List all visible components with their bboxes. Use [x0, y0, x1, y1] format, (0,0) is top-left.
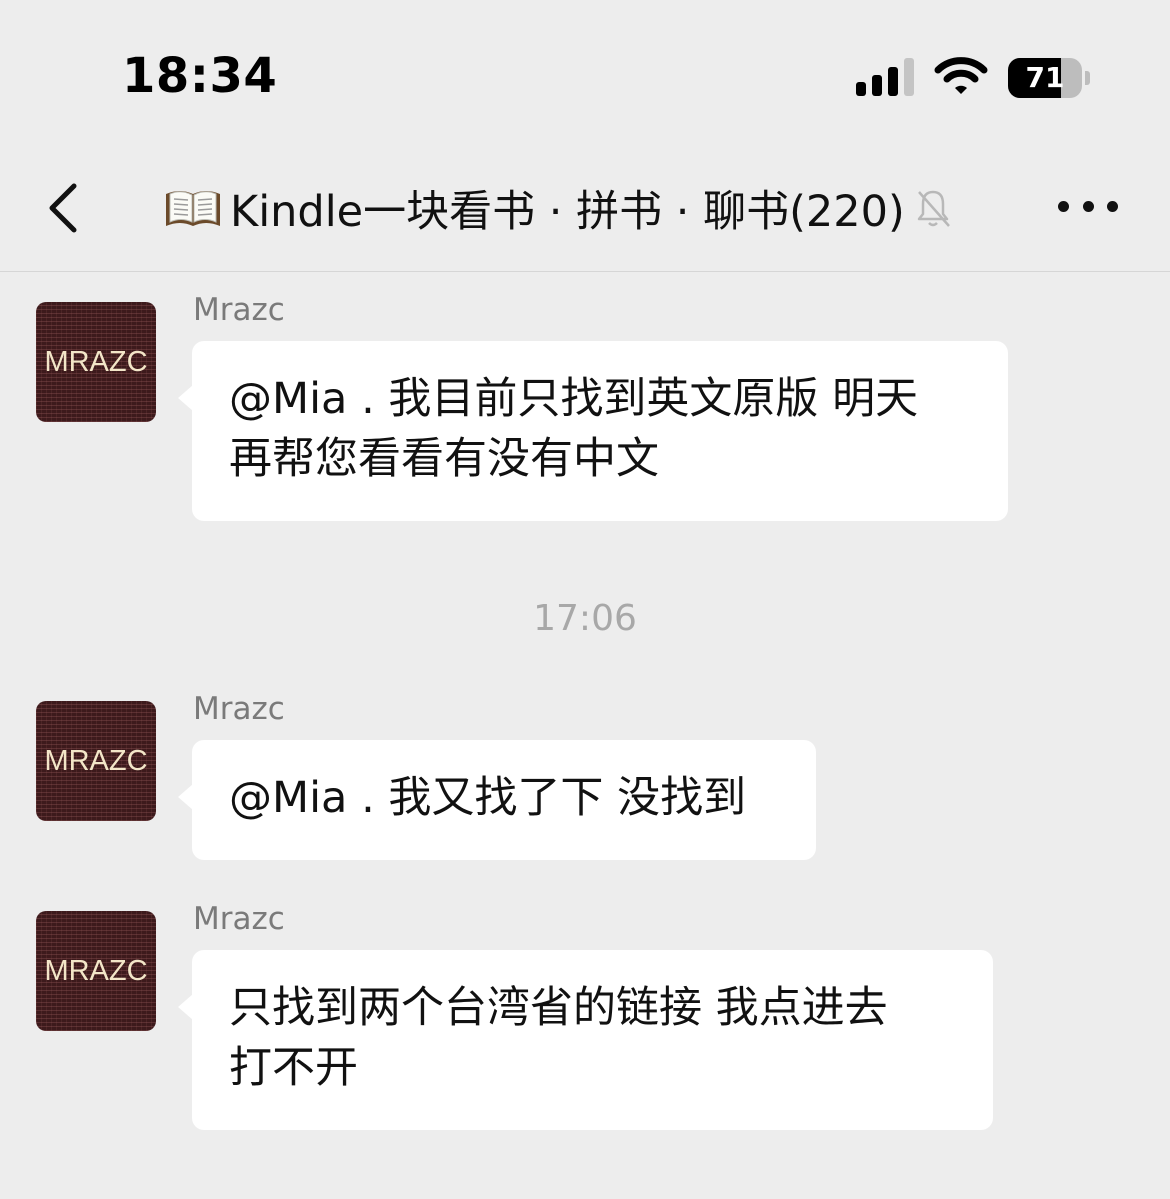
avatar[interactable]: MRAZC — [36, 701, 156, 821]
avatar[interactable]: MRAZC — [36, 911, 156, 1031]
message-line: 再帮您看看有没有中文 — [229, 434, 659, 484]
cellular-signal-icon — [856, 58, 916, 96]
message-line: 只找到两个台湾省的链接 我点进去 — [229, 983, 888, 1033]
battery-icon: 71 — [1008, 58, 1090, 98]
chat-title: Kindle一块看书 · 拼书 · 聊书(220) — [230, 187, 905, 237]
chevron-left-icon — [49, 183, 77, 233]
sender-name: Mrazc — [193, 901, 285, 937]
sender-name: Mrazc — [193, 691, 285, 727]
ellipsis-dot — [1082, 200, 1094, 212]
signal-bar — [888, 67, 898, 96]
battery-nub — [1085, 71, 1090, 85]
back-button[interactable] — [38, 178, 88, 238]
message-timestamp: 17:06 — [533, 598, 637, 639]
message-bubble[interactable]: @Mia . 我目前只找到英文原版 明天 再帮您看看有没有中文 — [178, 341, 1008, 521]
avatar-label: MRAZC — [44, 744, 148, 777]
message-line: @Mia . 我目前只找到英文原版 明天 — [229, 374, 919, 424]
avatar-label: MRAZC — [44, 954, 148, 987]
ellipsis-dot — [1058, 200, 1069, 212]
message-bubble[interactable]: @Mia . 我又找了下 没找到 — [178, 740, 816, 860]
message-line: @Mia . 我又找了下 没找到 — [229, 773, 747, 823]
sender-name: Mrazc — [193, 292, 285, 328]
chat-header: Kindle一块看书 · 拼书 · 聊书(220) — [0, 150, 1170, 272]
ellipsis-dot — [1107, 200, 1118, 212]
signal-bar — [856, 82, 866, 96]
status-time: 18:34 — [122, 48, 278, 104]
signal-bar — [872, 75, 882, 96]
battery-percent: 71 — [1025, 61, 1065, 94]
status-bar: 18:34 71 — [0, 0, 1170, 150]
open-book-icon — [166, 191, 220, 226]
message-line: 打不开 — [229, 1043, 358, 1093]
avatar-label: MRAZC — [44, 345, 148, 378]
wifi-icon — [934, 56, 988, 98]
message-bubble[interactable]: 只找到两个台湾省的链接 我点进去 打不开 — [178, 950, 993, 1130]
bell-slash-icon — [917, 190, 950, 227]
signal-bar — [904, 58, 914, 96]
more-options-button[interactable] — [1058, 186, 1118, 226]
avatar[interactable]: MRAZC — [36, 302, 156, 422]
chat-title-area[interactable]: Kindle一块看书 · 拼书 · 聊书(220) — [162, 180, 953, 237]
